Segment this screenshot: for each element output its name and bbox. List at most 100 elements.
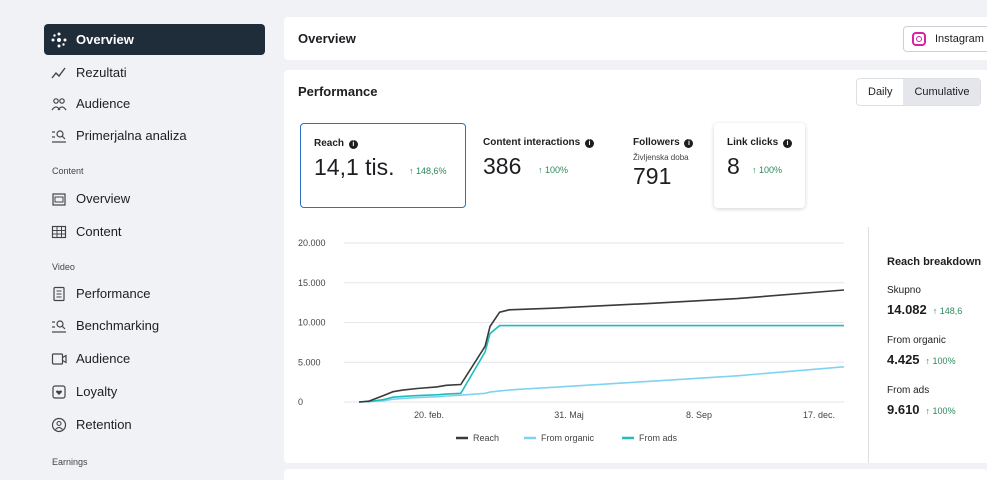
info-icon: i <box>684 139 694 148</box>
metric-label-text: Link clicks <box>727 137 779 148</box>
y-tick-label: 20.000 <box>298 238 326 248</box>
sidebar-item-audience[interactable]: Audience <box>44 88 265 119</box>
breakdown-total-number: 14.082 <box>887 302 927 317</box>
sidebar: Overview Rezultati Audience Primerjalna … <box>0 0 280 480</box>
x-tick-label: 8. Sep <box>686 410 712 420</box>
overview-icon <box>50 190 68 208</box>
table-icon <box>50 223 68 241</box>
performance-card: Performance Daily Cumulative Reach i 14,… <box>284 70 987 463</box>
metric-label-text: Reach <box>314 138 345 149</box>
reach-breakdown-title: Reach breakdown <box>887 256 982 268</box>
sidebar-item-video-retention[interactable]: Retention <box>44 409 265 440</box>
legend-label: From ads <box>639 433 678 443</box>
sidebar-item-label: Benchmarking <box>76 318 160 333</box>
series-line-from-organic <box>358 366 845 403</box>
metric-label: Followers i <box>633 137 694 148</box>
metric-label: Content interactions i <box>483 137 595 148</box>
metric-change: ↑ 100% <box>538 165 569 175</box>
sidebar-item-video-loyalty[interactable]: Loyalty <box>44 376 265 407</box>
metric-value: 791 <box>633 163 672 189</box>
sidebar-item-label: Retention <box>76 417 132 432</box>
metric-link-clicks[interactable]: Link clicks i 8 ↑ 100% <box>714 123 805 208</box>
metric-change: ↑ 100% <box>752 165 783 175</box>
sidebar-item-label: Audience <box>76 351 131 366</box>
metric-label-text: Followers <box>633 137 680 148</box>
breakdown-total-change: ↑ 148,6 <box>932 306 963 316</box>
cumulative-button[interactable]: Cumulative <box>903 79 981 105</box>
x-tick-label: 17. dec. <box>803 410 835 420</box>
breakdown-ads-number: 9.610 <box>887 402 920 417</box>
sidebar-item-content[interactable]: Content <box>44 216 265 247</box>
reach-chart: 20.000 15.000 10.000 5.000 0 20. feb. 31. Maj 8… <box>284 225 869 468</box>
metric-label: Reach i <box>314 138 358 149</box>
reach-line-chart: 20.000 15.000 10.000 5.000 0 20. feb. 31. Maj 8… <box>298 238 845 443</box>
y-tick-label: 5.000 <box>298 357 321 367</box>
instagram-icon <box>912 32 926 46</box>
y-tick-label: 10.000 <box>298 318 326 328</box>
sidebar-item-label: Rezultati <box>76 65 127 80</box>
sidebar-item-label: Overview <box>76 191 131 206</box>
legend-label: Reach <box>473 433 499 443</box>
info-icon: i <box>585 139 595 148</box>
breakdown-organic-number: 4.425 <box>887 352 920 367</box>
metric-followers[interactable]: Followers i Življenska doba 791 <box>620 123 710 208</box>
sidebar-item-content-overview[interactable]: Overview <box>44 183 265 214</box>
x-tick-label: 31. Maj <box>554 410 584 420</box>
retention-icon <box>50 416 68 434</box>
breakdown-organic-change: ↑ 100% <box>925 356 956 366</box>
info-icon: i <box>782 139 792 148</box>
loyalty-icon <box>50 383 68 401</box>
breakdown-ads-label: From ads <box>887 385 930 396</box>
performance-icon <box>50 285 68 303</box>
breakdown-total-label: Skupno <box>887 285 921 296</box>
audience-icon <box>50 95 68 113</box>
page-header: Overview Instagram <box>284 17 987 60</box>
legend-label: From organic <box>541 433 595 443</box>
x-tick-label: 20. feb. <box>414 410 444 420</box>
performance-title: Performance <box>298 84 378 99</box>
y-tick-label: 15.000 <box>298 278 326 288</box>
section-label-content: Content <box>52 166 84 176</box>
sidebar-item-video-benchmarking[interactable]: Benchmarking <box>44 310 265 341</box>
sidebar-item-label: Performance <box>76 286 151 301</box>
metric-reach[interactable]: Reach i 14,1 tis. ↑ 148,6% <box>300 123 466 208</box>
metric-label: Link clicks i <box>727 137 792 148</box>
sidebar-item-label: Audience <box>76 96 131 111</box>
metric-value: 8 <box>727 153 740 179</box>
y-tick-label: 0 <box>298 397 303 407</box>
breakdown-ads-change: ↑ 100% <box>925 406 956 416</box>
metric-value: 386 <box>483 153 522 179</box>
benchmark-icon <box>50 317 68 335</box>
breakdown-organic-value: 4.425 ↑ 100% <box>887 352 956 367</box>
platform-label: Instagram <box>935 33 984 45</box>
results-icon <box>50 64 68 82</box>
sidebar-item-video-audience[interactable]: Audience <box>44 343 265 374</box>
metric-sublabel: Življenska doba <box>633 153 689 162</box>
series-line-from-ads <box>358 324 844 403</box>
overview-icon <box>50 31 68 49</box>
view-toggle: Daily Cumulative <box>856 78 982 106</box>
next-card <box>284 469 987 480</box>
sidebar-item-label: Overview <box>76 32 134 47</box>
page-title: Overview <box>298 31 356 46</box>
breakdown-total-value: 14.082 ↑ 148,6 <box>887 302 962 317</box>
sidebar-item-label: Primerjalna analiza <box>76 128 187 143</box>
sidebar-item-overview[interactable]: Overview <box>44 24 265 55</box>
benchmark-icon <box>50 127 68 145</box>
sidebar-item-label: Loyalty <box>76 384 118 399</box>
series-line-reach <box>358 289 845 403</box>
sidebar-item-label: Content <box>76 224 122 239</box>
chart-divider <box>868 227 869 463</box>
sidebar-item-video-performance[interactable]: Performance <box>44 278 265 309</box>
info-icon: i <box>348 140 358 149</box>
metric-interactions[interactable]: Content interactions i 386 ↑ 100% <box>470 123 610 208</box>
metric-change: ↑ 148,6% <box>409 166 447 176</box>
breakdown-ads-value: 9.610 ↑ 100% <box>887 402 956 417</box>
breakdown-organic-label: From organic <box>887 335 946 346</box>
daily-button[interactable]: Daily <box>857 79 903 105</box>
sidebar-item-results[interactable]: Rezultati <box>44 57 265 88</box>
metric-value: 14,1 tis. <box>314 154 395 180</box>
sidebar-item-benchmark[interactable]: Primerjalna analiza <box>44 120 265 151</box>
platform-select[interactable]: Instagram <box>903 26 987 52</box>
metric-label-text: Content interactions <box>483 137 581 148</box>
